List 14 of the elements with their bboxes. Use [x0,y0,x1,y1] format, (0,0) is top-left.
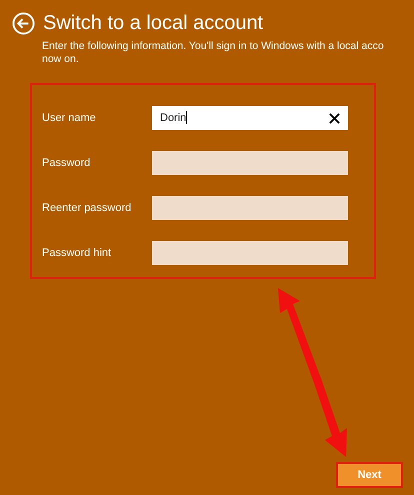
input-field[interactable] [152,151,348,175]
field-label: Password [41,156,92,171]
page-title: Switch to a local account [43,11,264,36]
description-text: Enter the following information. You'll sign in to Windows with a local acco [42,40,385,53]
field-value: Dorin [160,110,188,126]
input-field[interactable] [152,196,348,220]
description-text: now on. [42,53,80,66]
clear-icon[interactable] [329,112,340,124]
field-label: User name [41,110,97,126]
field-label: Reenter password [41,200,132,216]
field-label: Password hint [41,246,112,261]
back-icon[interactable] [12,12,35,34]
input-field[interactable]: Dorin [152,106,348,130]
input-field[interactable] [152,241,348,265]
